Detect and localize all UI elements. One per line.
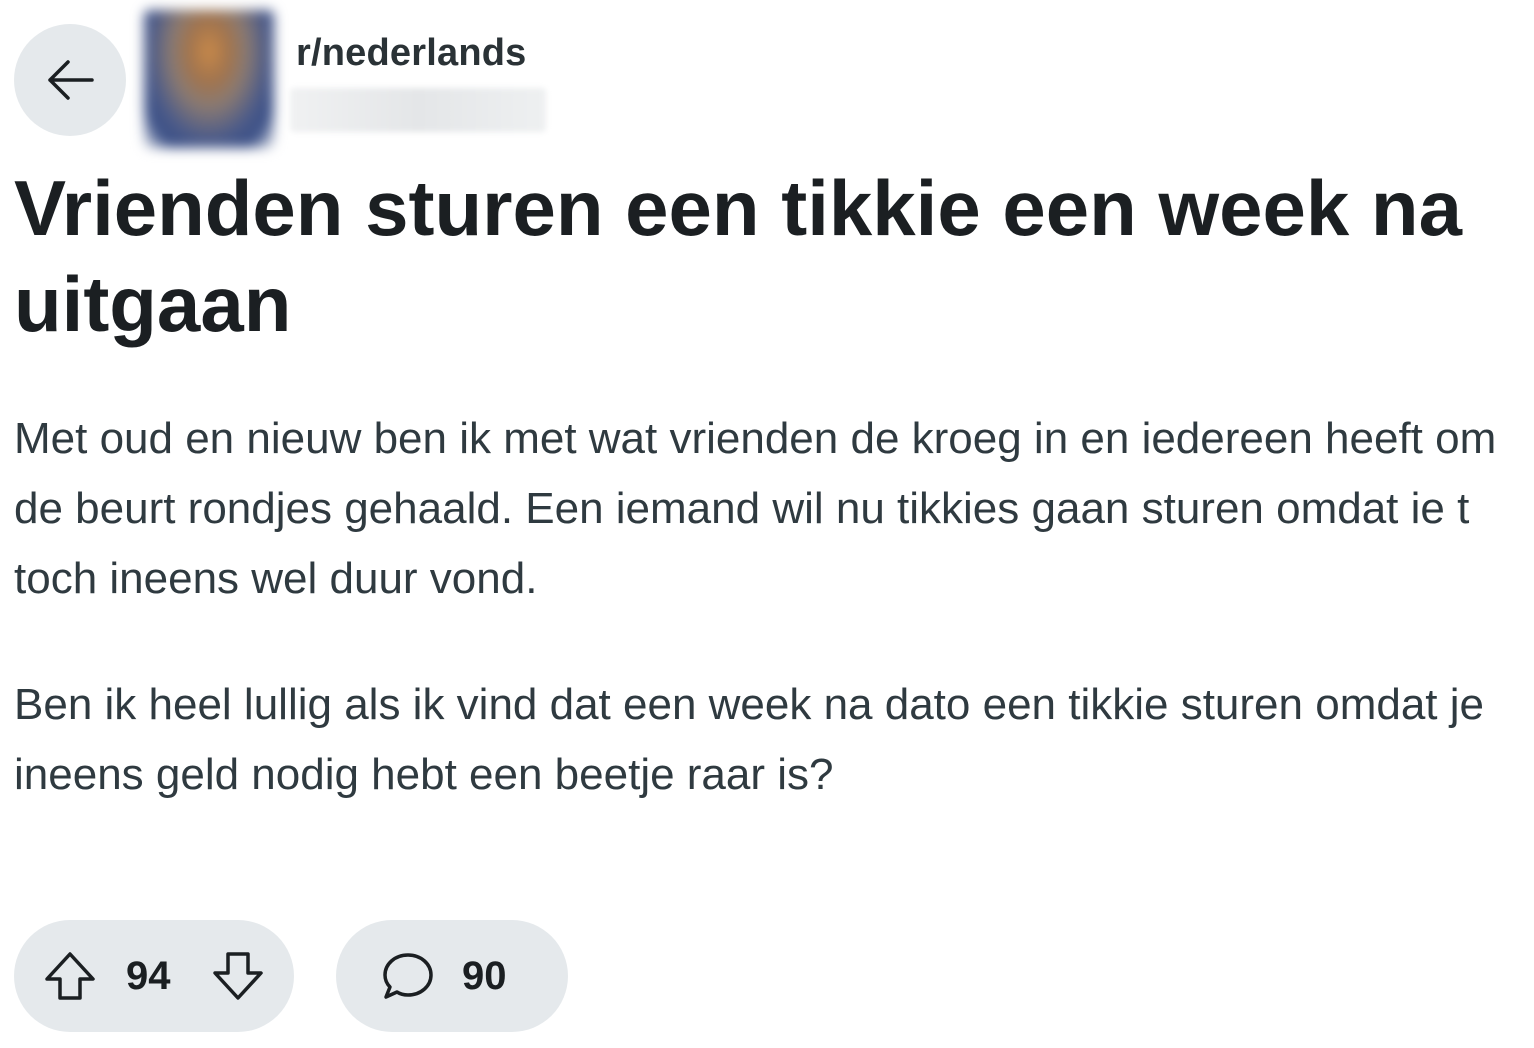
post-body: Met oud en nieuw ben ik met wat vrienden… xyxy=(14,404,1524,866)
comments-button[interactable]: 90 xyxy=(336,920,568,1032)
arrow-up-icon xyxy=(45,952,95,1000)
post-header: r/nederlands xyxy=(14,10,714,150)
vote-bar: 94 xyxy=(14,920,294,1032)
post-paragraph: Met oud en nieuw ben ik met wat vrienden… xyxy=(14,414,1497,603)
downvote-button[interactable] xyxy=(208,946,268,1006)
comments-icon-wrap xyxy=(378,946,438,1006)
post-paragraph: Ben ik heel lullig als ik vind dat een w… xyxy=(14,680,1484,799)
post-title: Vrienden sturen een tikkie een week na u… xyxy=(14,164,1462,348)
score-count: 94 xyxy=(126,954,171,998)
subreddit-name[interactable]: r/nederlands xyxy=(296,32,526,75)
speech-bubble-icon xyxy=(383,953,433,999)
back-button[interactable] xyxy=(14,24,126,136)
subreddit-avatar[interactable] xyxy=(144,10,274,148)
arrow-down-icon xyxy=(213,952,263,1000)
upvote-button[interactable] xyxy=(40,946,100,1006)
username-redacted[interactable] xyxy=(290,88,546,132)
comment-count: 90 xyxy=(462,954,507,998)
arrow-left-icon xyxy=(48,60,94,100)
